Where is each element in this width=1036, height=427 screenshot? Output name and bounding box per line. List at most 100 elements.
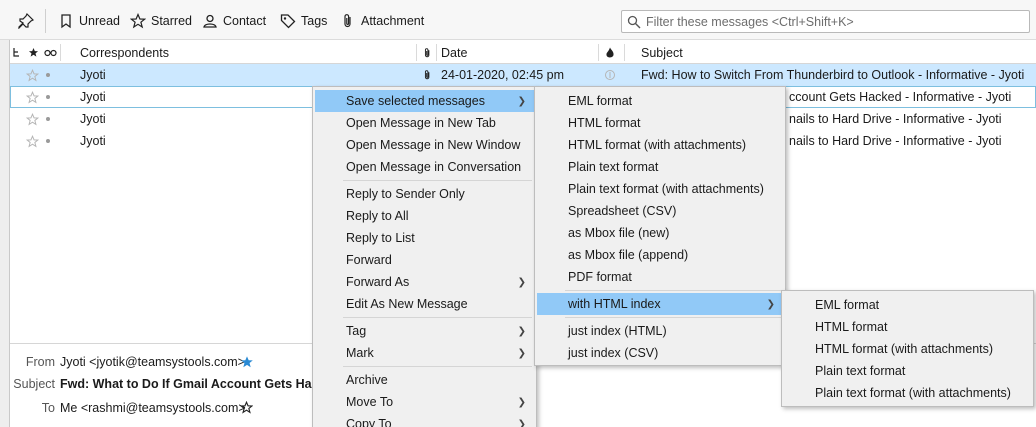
read-column-header[interactable] (44, 41, 58, 64)
from-label: From (25, 355, 55, 369)
menu-item-label: Save selected messages (346, 94, 485, 108)
to-value[interactable]: Me <rashmi@teamsystools.com> (60, 401, 246, 415)
menu-item-label: EML format (568, 94, 633, 108)
menu-item-edit-as-new[interactable]: Edit As New Message (315, 293, 534, 315)
menu-item-reply-all[interactable]: Reply to All (315, 205, 534, 227)
chevron-right-icon: ❯ (517, 418, 526, 427)
chevron-right-icon: ❯ (517, 325, 526, 337)
menu-item-label: Open Message in New Tab (346, 116, 496, 130)
message-row[interactable]: Jyoti 24-01-2020, 02:45 pm Fwd: How to S… (10, 64, 1036, 86)
menu-item-move-to[interactable]: Move To ❯ (315, 391, 534, 413)
menu-item-save-selected[interactable]: Save selected messages ❯ (315, 90, 534, 112)
menu-item-label: HTML format (815, 320, 888, 334)
thread-column-header[interactable] (12, 41, 24, 64)
menu-item-copy-to[interactable]: Copy To ❯ (315, 413, 534, 427)
contact-filter-button[interactable]: Contact (202, 9, 266, 33)
menu-item-label: HTML format (with attachments) (568, 138, 747, 152)
unread-filter-button[interactable]: Unread (58, 9, 120, 33)
submenu-item-index-html[interactable]: just index (HTML) (537, 320, 783, 342)
menu-item-label: Reply to List (346, 231, 415, 245)
submenu-item-html[interactable]: HTML format (537, 112, 783, 134)
star-outline-icon (26, 112, 39, 125)
index-submenu-item-eml[interactable]: EML format (784, 294, 1031, 316)
chevron-right-icon: ❯ (517, 276, 526, 288)
menu-item-label: EML format (815, 298, 880, 312)
context-menu: Save selected messages ❯ Open Message in… (312, 86, 537, 427)
star-toggle[interactable] (26, 86, 39, 108)
correspondents-column-header[interactable]: Correspondents (80, 41, 169, 64)
menu-item-archive[interactable]: Archive (315, 369, 534, 391)
submenu-item-html-attachments[interactable]: HTML format (with attachments) (537, 134, 783, 156)
star-toggle[interactable] (26, 130, 39, 152)
submenu-item-mbox-new[interactable]: as Mbox file (new) (537, 222, 783, 244)
tags-label: Tags (301, 14, 328, 28)
menu-item-label: Mark (346, 346, 374, 360)
menu-item-tag[interactable]: Tag ❯ (315, 320, 534, 342)
subject-column-header[interactable]: Subject (641, 41, 683, 64)
submenu-item-mbox-append[interactable]: as Mbox file (append) (537, 244, 783, 266)
star-outline-icon[interactable] (240, 401, 253, 414)
index-submenu-item-html[interactable]: HTML format (784, 316, 1031, 338)
menu-item-label: HTML format (568, 116, 641, 130)
star-toggle[interactable] (26, 64, 39, 86)
subject-cell: Fwd: How to Switch From Thunderbird to O… (641, 68, 1025, 82)
read-dot-icon[interactable] (46, 86, 50, 108)
menu-item-mark[interactable]: Mark ❯ (315, 342, 534, 364)
menu-separator (343, 317, 532, 318)
subject-value: Fwd: What to Do If Gmail Account Gets Ha… (60, 377, 315, 391)
read-dot-icon[interactable] (46, 130, 50, 152)
menu-item-open-conversation[interactable]: Open Message in Conversation (315, 156, 534, 178)
thread-icon (13, 48, 19, 57)
menu-item-label: Open Message in New Window (346, 138, 521, 152)
junk-status-icon[interactable] (604, 64, 616, 86)
to-label: To (41, 401, 55, 415)
tag-icon (280, 14, 296, 29)
attachment-column-header[interactable] (422, 41, 436, 64)
submenu-item-html-index[interactable]: with HTML index ❯ (537, 293, 783, 315)
read-dot-icon[interactable] (46, 108, 50, 130)
menu-item-open-new-tab[interactable]: Open Message in New Tab (315, 112, 534, 134)
index-submenu-item-html-attachments[interactable]: HTML format (with attachments) (784, 338, 1031, 360)
column-divider (598, 44, 599, 61)
from-value[interactable]: Jyoti <jyotik@teamsystools.com> (60, 355, 245, 369)
search-icon (627, 15, 641, 28)
correspondent-cell: Jyoti (80, 112, 106, 126)
starred-column-header[interactable] (28, 41, 42, 64)
menu-item-reply-sender[interactable]: Reply to Sender Only (315, 183, 534, 205)
attachment-filter-button[interactable]: Attachment (340, 9, 424, 33)
filter-messages-input[interactable] (646, 14, 1026, 29)
menu-item-label: Edit As New Message (346, 297, 468, 311)
sticky-filter-button[interactable] (18, 9, 34, 33)
subject-cell: nails to Hard Drive - Informative - Jyot… (789, 134, 1002, 148)
starred-filter-button[interactable]: Starred (130, 9, 192, 33)
menu-item-label: Open Message in Conversation (346, 160, 522, 174)
index-submenu-item-plain-attachments[interactable]: Plain text format (with attachments) (784, 382, 1031, 404)
date-column-header[interactable]: Date (441, 41, 467, 64)
quick-filter-toolbar: Unread Starred Contact Tags Attachment (0, 0, 1036, 40)
menu-item-open-new-window[interactable]: Open Message in New Window (315, 134, 534, 156)
index-submenu-item-plain[interactable]: Plain text format (784, 360, 1031, 382)
column-divider (624, 44, 625, 61)
tags-filter-button[interactable]: Tags (280, 9, 327, 33)
submenu-item-plain-attachments[interactable]: Plain text format (with attachments) (537, 178, 783, 200)
menu-item-reply-list[interactable]: Reply to List (315, 227, 534, 249)
read-dot-icon[interactable] (46, 64, 50, 86)
subject-cell: nails to Hard Drive - Informative - Jyot… (789, 112, 1002, 126)
junk-column-header[interactable] (605, 41, 619, 64)
menu-item-label: Plain text format (with attachments) (815, 386, 1011, 400)
folder-pane-edge (0, 40, 10, 427)
menu-item-label: Plain text format (with attachments) (568, 182, 764, 196)
menu-item-label: Reply to Sender Only (346, 187, 465, 201)
correspondent-cell: Jyoti (80, 134, 106, 148)
menu-item-forward-as[interactable]: Forward As ❯ (315, 271, 534, 293)
submenu-item-plain[interactable]: Plain text format (537, 156, 783, 178)
star-icon[interactable] (240, 355, 254, 369)
menu-item-label: Plain text format (815, 364, 906, 378)
submenu-item-eml[interactable]: EML format (537, 90, 783, 112)
menu-item-forward[interactable]: Forward (315, 249, 534, 271)
submenu-item-index-csv[interactable]: just index (CSV) (537, 342, 783, 364)
star-toggle[interactable] (26, 108, 39, 130)
submenu-item-csv[interactable]: Spreadsheet (CSV) (537, 200, 783, 222)
menu-item-label: as Mbox file (new) (568, 226, 670, 240)
submenu-item-pdf[interactable]: PDF format (537, 266, 783, 288)
